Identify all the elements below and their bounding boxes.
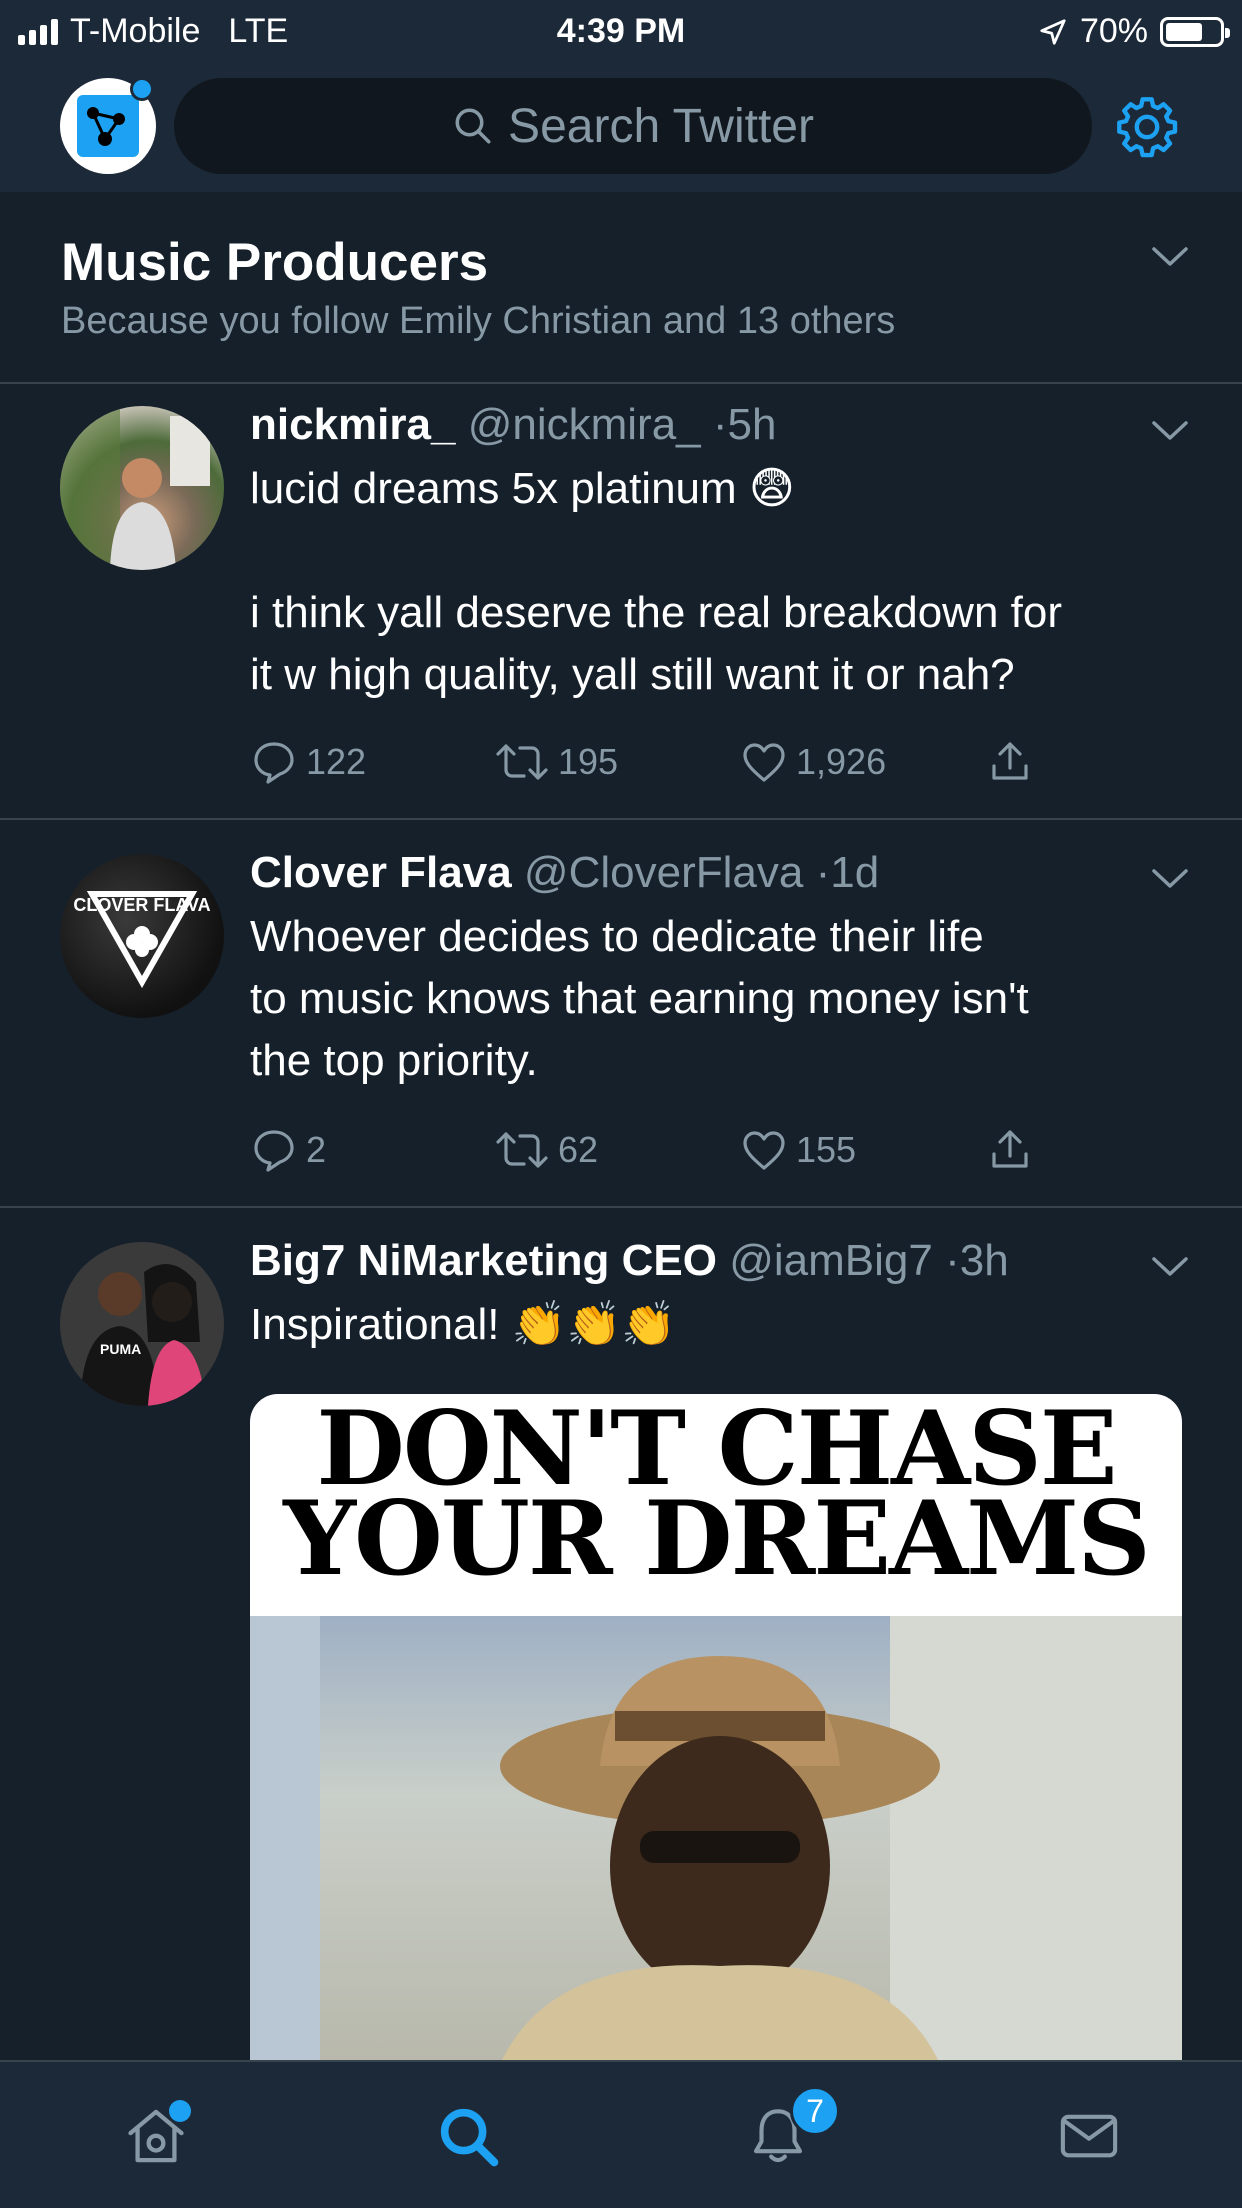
- bottom-tab-bar: 7: [0, 2060, 1242, 2208]
- retweet-icon: [496, 1132, 548, 1168]
- share-button[interactable]: [986, 1120, 1034, 1180]
- share-icon: [992, 742, 1028, 780]
- battery-percent: 70%: [1079, 12, 1148, 50]
- tweet-time: 5h: [727, 400, 777, 449]
- like-button[interactable]: 1,926: [740, 732, 886, 792]
- tab-home[interactable]: [96, 2062, 216, 2208]
- chevron-down-icon[interactable]: [1150, 418, 1190, 444]
- author-handle: @CloverFlava: [523, 848, 804, 897]
- separator-dot: ·: [815, 848, 831, 897]
- tweet-media-image[interactable]: DON'T CHASE YOUR DREAMS: [250, 1394, 1182, 2064]
- tweet-time: 1d: [830, 848, 880, 897]
- tweet-header: Big7 NiMarketing CEO @iamBig7 ·3h: [250, 1236, 1009, 1286]
- retweet-button[interactable]: 62: [494, 1120, 598, 1180]
- tweet-actions: 122 195 1,926: [250, 732, 1050, 792]
- author-handle: @nickmira_: [467, 400, 701, 449]
- avatar[interactable]: [60, 406, 224, 570]
- tweet[interactable]: CLOVER FLAVA Clover Flava @CloverFlava ·…: [0, 822, 1242, 1208]
- media-caption: DON'T CHASE YOUR DREAMS: [250, 1398, 1182, 1599]
- new-activity-dot: [130, 77, 154, 101]
- chevron-down-icon[interactable]: [1150, 244, 1190, 270]
- retweet-button[interactable]: 195: [494, 732, 618, 792]
- settings-gear-icon[interactable]: [1112, 92, 1182, 162]
- heart-icon: [743, 743, 785, 782]
- tweet-header: Clover Flava @CloverFlava ·1d: [250, 848, 879, 898]
- tweet-text-line: to music knows that earning money isn't: [250, 974, 1029, 1023]
- share-button[interactable]: [986, 732, 1034, 792]
- like-count: 1,926: [796, 741, 887, 782]
- media-photo: [250, 1616, 1182, 2064]
- tweet[interactable]: nickmira_ @nickmira_ ·5h lucid dreams 5x…: [0, 386, 1242, 820]
- tab-messages[interactable]: [1029, 2062, 1149, 2208]
- location-arrow-icon: [1040, 18, 1066, 45]
- tweet-text-line: lucid dreams 5x platinum 😨: [250, 464, 795, 513]
- profile-avatar-image: [77, 95, 139, 157]
- tweet-text-line: it w high quality, yall still want it or…: [250, 650, 1015, 699]
- tweet-text: Whoever decides to dedicate their life t…: [250, 906, 1180, 1092]
- tweet-actions: 2 62 155: [250, 1120, 1050, 1180]
- tweet-text-line: i think yall deserve the real breakdown …: [250, 588, 1062, 637]
- tab-search[interactable]: [408, 2062, 528, 2208]
- search-icon: [452, 105, 494, 147]
- reply-icon: [254, 1130, 294, 1172]
- like-count: 155: [796, 1129, 857, 1170]
- author-name[interactable]: Clover Flava: [250, 848, 512, 897]
- avatar[interactable]: PUMA: [60, 1242, 224, 1406]
- status-right: 70%: [1038, 12, 1230, 51]
- reply-count: 2: [306, 1129, 327, 1170]
- reply-button[interactable]: 122: [250, 732, 366, 792]
- retweet-count: 62: [558, 1129, 599, 1170]
- heart-icon: [743, 1131, 785, 1170]
- battery-fill: [1166, 22, 1203, 41]
- retweet-icon: [496, 744, 548, 780]
- reply-button[interactable]: 2: [250, 1120, 326, 1180]
- reply-count: 122: [306, 741, 367, 782]
- mail-icon: [1060, 2114, 1118, 2158]
- battery-icon: [1160, 16, 1230, 47]
- like-button[interactable]: 155: [740, 1120, 856, 1180]
- share-icon: [992, 1130, 1028, 1168]
- tweet-text: lucid dreams 5x platinum 😨 i think yall …: [250, 458, 1180, 706]
- chevron-down-icon[interactable]: [1150, 866, 1190, 892]
- tweet-text: Inspirational! 👏👏👏: [250, 1294, 1180, 1356]
- tweet-header: nickmira_ @nickmira_ ·5h: [250, 400, 776, 450]
- author-handle: @iamBig7: [729, 1236, 933, 1285]
- topic-subtitle: Because you follow Emily Christian and 1…: [61, 300, 896, 342]
- home-new-dot: [169, 2100, 191, 2122]
- avatar[interactable]: CLOVER FLAVA: [60, 854, 224, 1018]
- avatar-label: CLOVER FLAVA: [73, 895, 211, 915]
- search-icon: [440, 2108, 499, 2167]
- notifications-badge: 7: [790, 2086, 840, 2136]
- media-caption-line: YOUR DREAMS: [283, 1479, 1151, 1599]
- tweet-time: 3h: [959, 1236, 1009, 1285]
- author-name[interactable]: Big7 NiMarketing CEO: [250, 1236, 717, 1285]
- status-bar: T-Mobile LTE 4:39 PM 70%: [0, 0, 1242, 62]
- search-placeholder: Search Twitter: [508, 99, 814, 153]
- author-name[interactable]: nickmira_: [250, 400, 455, 449]
- tweet-text-line: the top priority.: [250, 1036, 538, 1085]
- topic-header[interactable]: Music Producers Because you follow Emily…: [0, 192, 1242, 384]
- separator-dot: ·: [945, 1236, 960, 1285]
- chevron-down-icon[interactable]: [1150, 1254, 1190, 1280]
- top-header: Search Twitter: [0, 62, 1242, 192]
- tweet-text-line: [250, 520, 1180, 582]
- retweet-count: 195: [558, 741, 619, 782]
- svg-text:PUMA: PUMA: [100, 1341, 141, 1357]
- topic-title: Music Producers: [61, 233, 489, 292]
- tweet-text-line: Whoever decides to dedicate their life: [250, 912, 984, 961]
- tweet-text-line: Inspirational! 👏👏👏: [250, 1300, 677, 1349]
- separator-dot: ·: [712, 400, 728, 449]
- reply-icon: [254, 742, 294, 784]
- search-input[interactable]: Search Twitter: [174, 78, 1092, 174]
